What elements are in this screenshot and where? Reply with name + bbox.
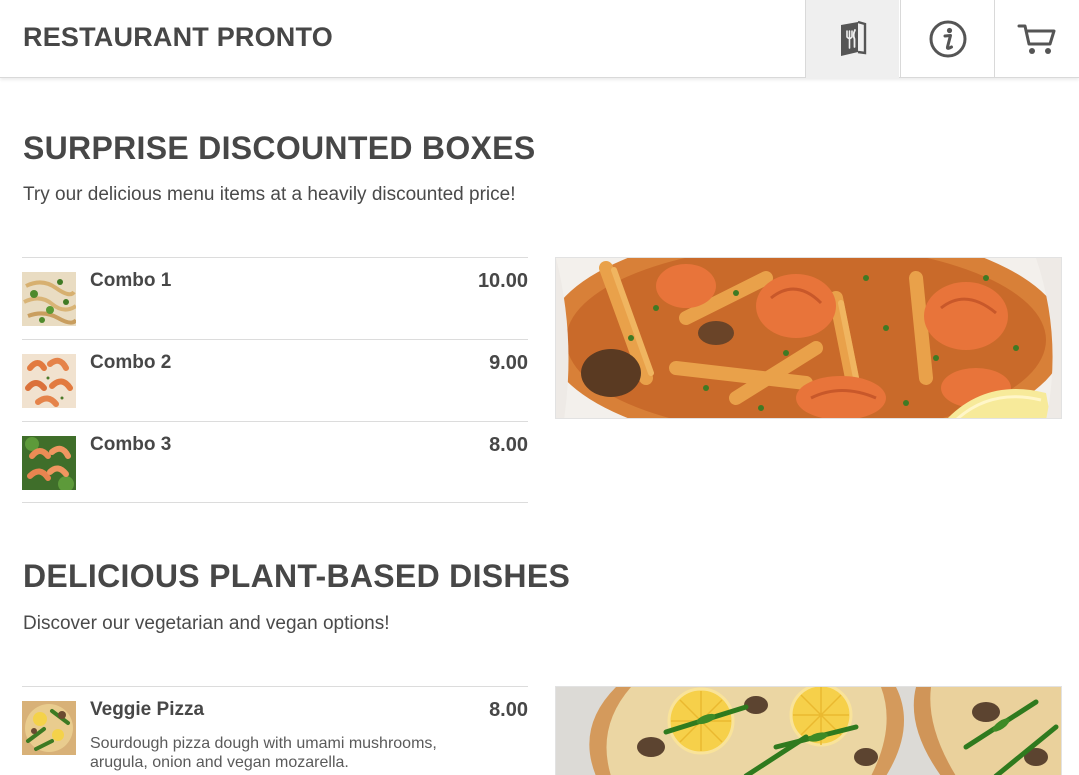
item-price: 9.00 bbox=[489, 352, 528, 374]
pasta-thumbnail bbox=[22, 272, 76, 326]
item-description: Sourdough pizza dough with umami mushroo… bbox=[90, 735, 437, 771]
veggie-pizza-thumbnail bbox=[22, 701, 76, 755]
nav-cart-button[interactable] bbox=[994, 0, 1079, 78]
menu-item-combo-3[interactable]: Combo 3 8.00 bbox=[22, 421, 528, 503]
item-price: 10.00 bbox=[477, 270, 528, 292]
top-bar: RESTAURANT PRONTO bbox=[0, 0, 1079, 78]
menu-item-combo-2[interactable]: Combo 2 9.00 bbox=[22, 339, 528, 421]
item-name: Combo 3 bbox=[90, 434, 172, 455]
item-name: Combo 1 bbox=[90, 270, 172, 291]
nav-menu-button[interactable] bbox=[805, 0, 899, 78]
section-title-plant-based-dishes: DELICIOUS PLANT-BASED DISHES bbox=[23, 558, 571, 594]
item-name: Combo 2 bbox=[90, 352, 172, 373]
info-icon bbox=[929, 20, 966, 58]
menu-item-veggie-pizza[interactable]: Veggie Pizza 8.00 Sourdough pizza dough … bbox=[22, 686, 528, 775]
section-description: Discover our vegetarian and vegan option… bbox=[23, 613, 390, 634]
shrimp-pasta-photo bbox=[555, 257, 1062, 419]
shrimp-thumbnail bbox=[22, 354, 76, 408]
item-price: 8.00 bbox=[489, 434, 528, 456]
menu-book-icon bbox=[840, 20, 866, 56]
veggie-pizza-photo bbox=[555, 686, 1062, 775]
section-description: Try our delicious menu items at a heavil… bbox=[23, 184, 516, 205]
cart-icon bbox=[1017, 24, 1056, 54]
shrimp-greens-thumbnail bbox=[22, 436, 76, 490]
brand-title[interactable]: RESTAURANT PRONTO bbox=[23, 22, 333, 53]
item-price: 8.00 bbox=[489, 699, 528, 721]
menu-item-combo-1[interactable]: Combo 1 10.00 bbox=[22, 257, 528, 339]
item-name: Veggie Pizza bbox=[90, 699, 205, 720]
section-title-discounted-boxes: SURPRISE DISCOUNTED BOXES bbox=[23, 130, 536, 166]
nav-info-button[interactable] bbox=[900, 0, 994, 78]
